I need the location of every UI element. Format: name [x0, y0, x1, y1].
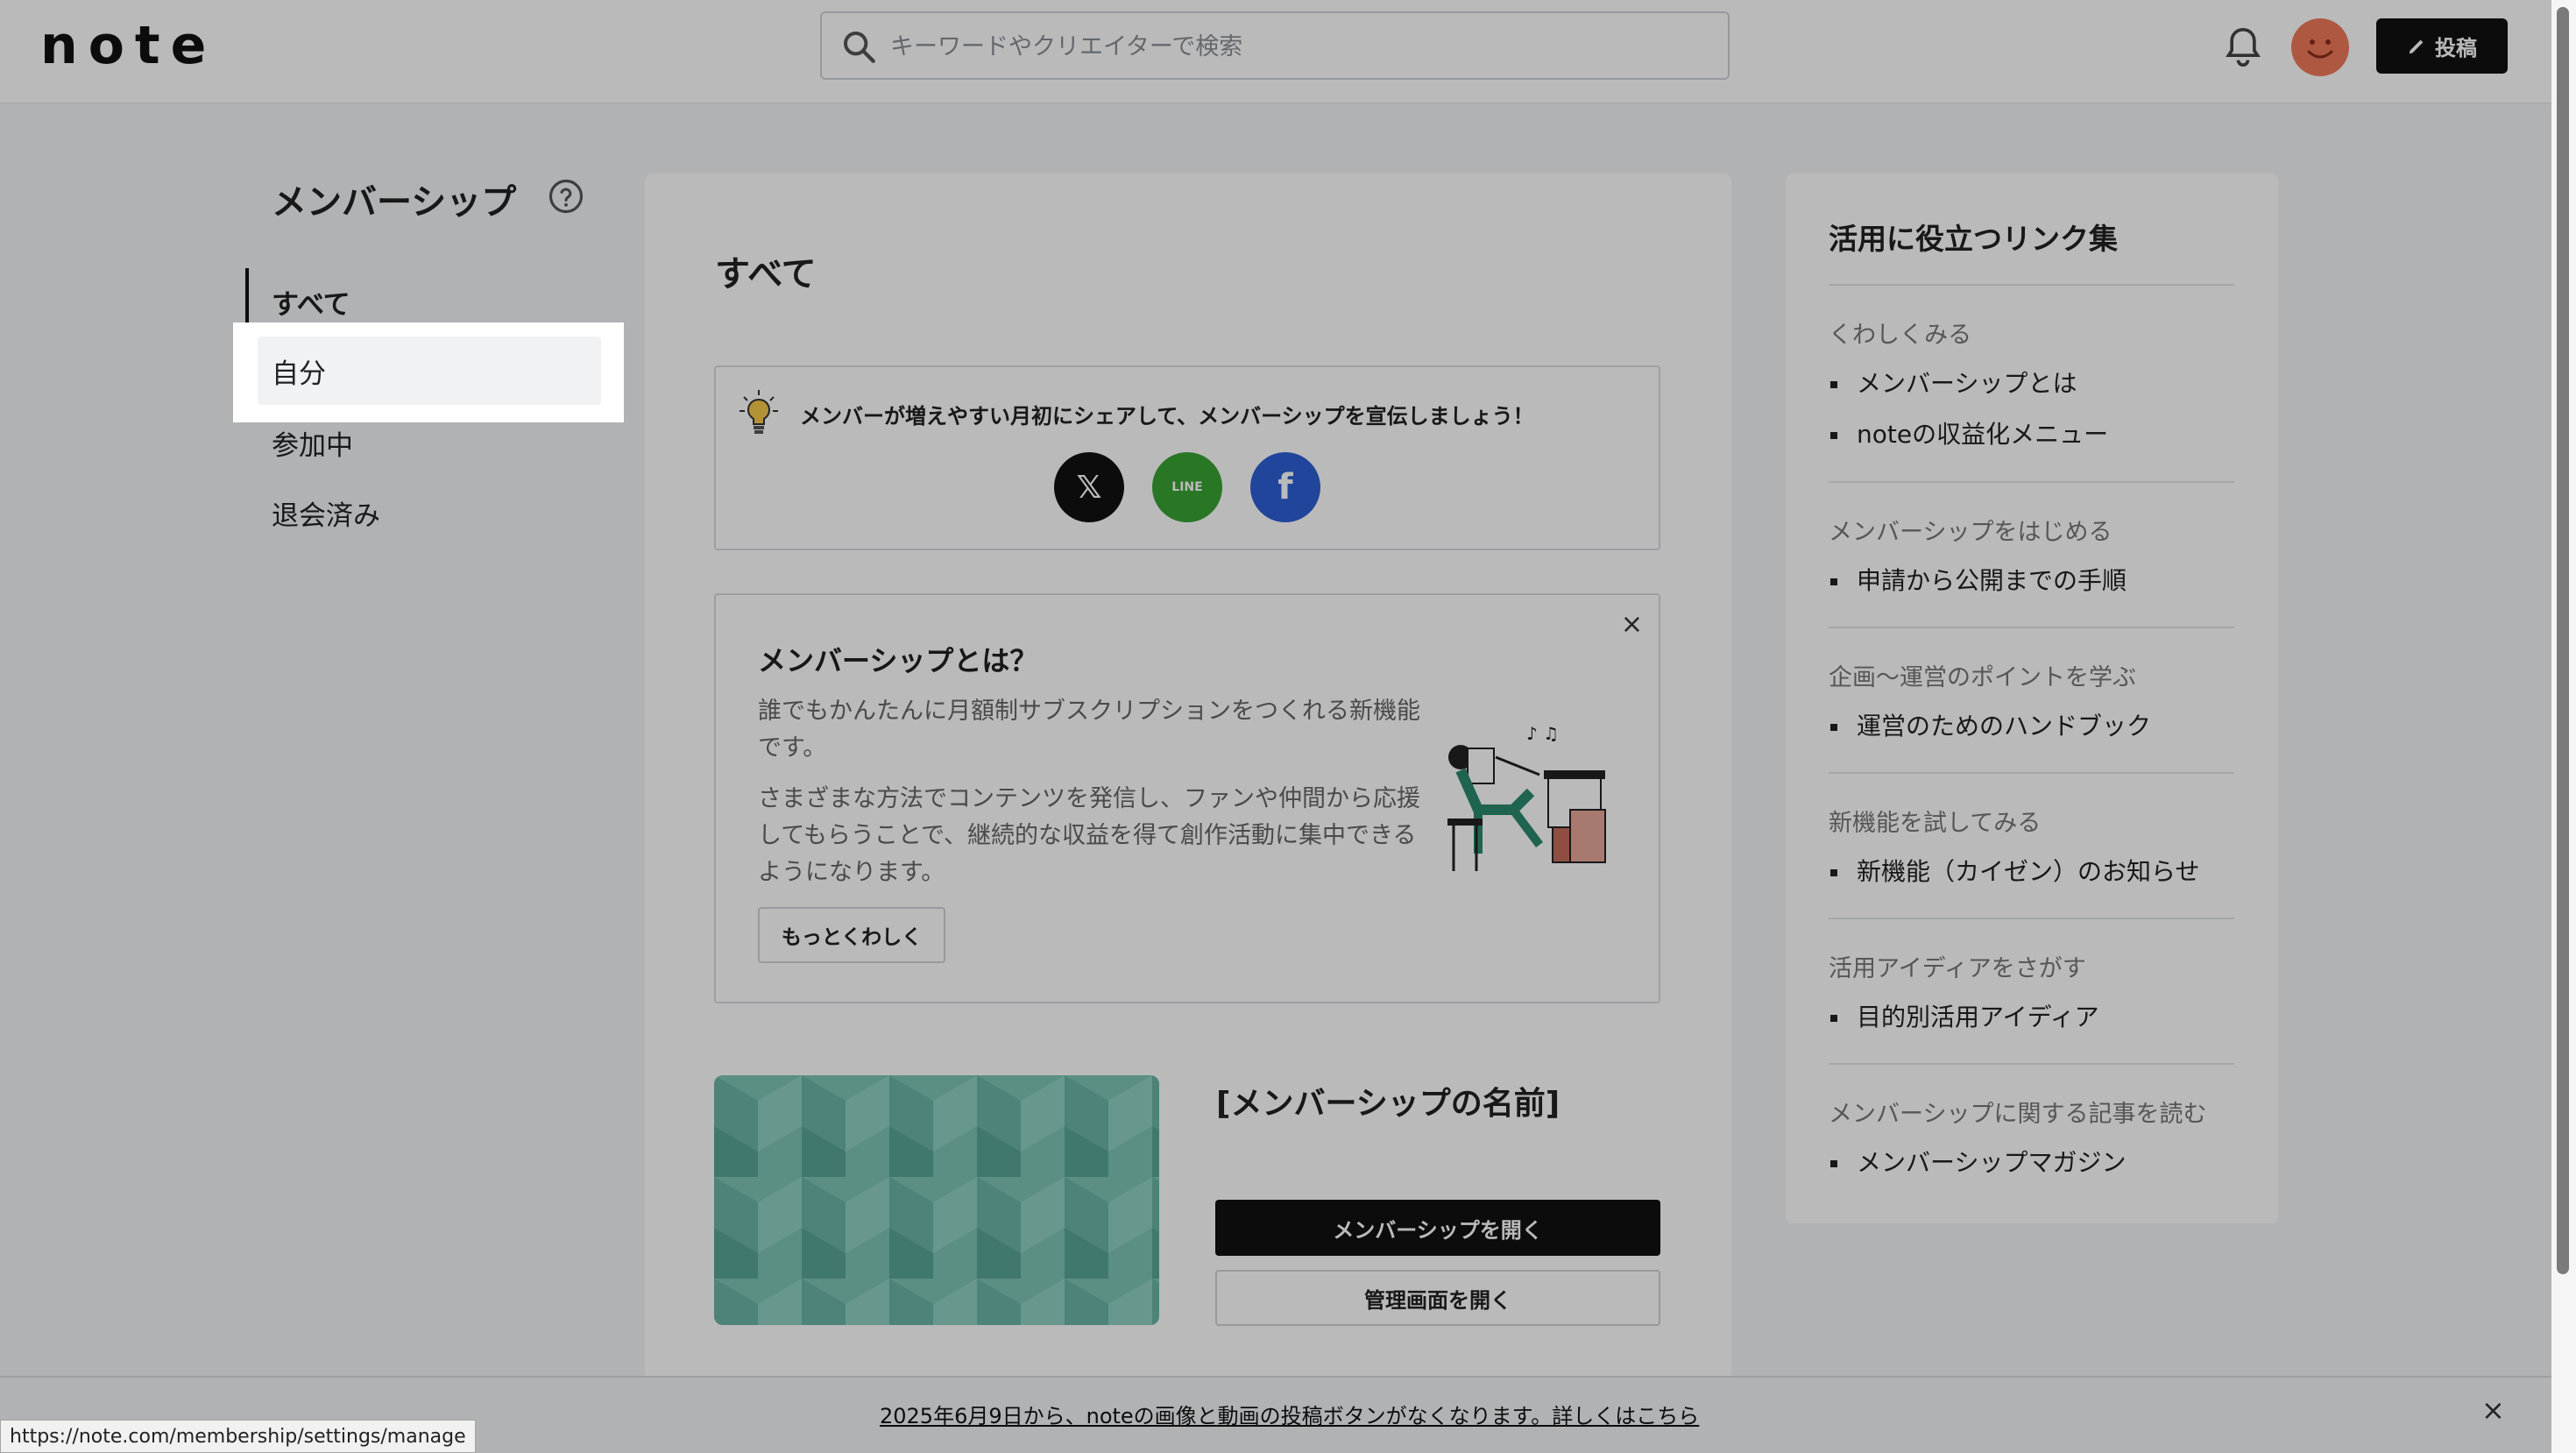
sidebar-link[interactable]: 新機能（カイゼン）のお知らせ — [1829, 847, 2234, 897]
sidebar-link[interactable]: 目的別活用アイディア — [1829, 992, 2234, 1043]
search-icon — [844, 32, 875, 63]
x-logo-icon: 𝕏 — [1076, 469, 1102, 506]
share-x-button[interactable]: 𝕏 — [1054, 452, 1124, 522]
open-management-button[interactable]: 管理画面を開く — [1215, 1270, 1660, 1326]
share-facebook-button[interactable]: f — [1250, 452, 1320, 522]
link-section: 活用アイディアをさがす 目的別活用アイディア — [1829, 918, 2234, 1043]
smile-face-icon — [2307, 39, 2333, 59]
link-section: くわしくみる メンバーシップとは noteの収益化メニュー — [1829, 284, 2234, 460]
page: note 投稿 メンバーシップ すべて 参加中 退会済み すべて メンバーが増え… — [0, 0, 2576, 1453]
note-logo[interactable]: note — [40, 19, 216, 72]
membership-cover-image[interactable] — [714, 1075, 1159, 1325]
nav-item-left[interactable]: 退会済み — [245, 479, 605, 546]
link-category: 活用アイディアをさがす — [1829, 955, 2086, 982]
sidebar-title: 活用に役立つリンク集 — [1829, 222, 2118, 256]
about-membership-card: × メンバーシップとは？ 誰でもかんたんに月額制サブスクリプションをつくれる新機… — [714, 593, 1660, 1003]
search-input[interactable] — [890, 25, 1696, 67]
open-membership-button[interactable]: メンバーシップを開く — [1215, 1200, 1660, 1256]
nav-item-label: 自分 — [272, 358, 326, 390]
main-title: すべて — [715, 254, 817, 294]
learn-more-button[interactable]: もっとくわしく — [758, 907, 945, 963]
facebook-logo-icon: f — [1277, 467, 1293, 507]
link-category: メンバーシップをはじめる — [1829, 519, 2112, 546]
close-icon[interactable]: × — [2481, 1393, 2505, 1427]
sidebar-link[interactable]: 運営のためのハンドブック — [1829, 701, 2234, 752]
lightbulb-icon — [740, 390, 778, 434]
link-category: 新機能を試してみる — [1829, 810, 2042, 837]
link-section: メンバーシップに関する記事を読む メンバーシップマガジン — [1829, 1063, 2234, 1188]
membership-name: [メンバーシップの名前] — [1216, 1086, 1560, 1122]
top-header: note 投稿 — [0, 0, 2576, 103]
post-button[interactable]: 投稿 — [2376, 18, 2508, 74]
svg-text:♪ ♫: ♪ ♫ — [1526, 723, 1559, 744]
about-description-2: さまざまな方法でコンテンツを発信し、ファンや仲間から応援してもらうことで、継続的… — [758, 785, 1420, 886]
link-category: メンバーシップに関する記事を読む — [1829, 1101, 2207, 1128]
pencil-icon — [2409, 39, 2424, 53]
close-icon[interactable]: × — [1621, 609, 1643, 640]
link-section: メンバーシップをはじめる 申請から公開までの手順 — [1829, 481, 2234, 606]
about-title: メンバーシップとは？ — [758, 644, 1038, 677]
link-section: 新機能を試してみる 新機能（カイゼン）のお知らせ — [1829, 772, 2234, 897]
nav-item-label: 参加中 — [272, 429, 353, 462]
nav-item-label: 退会済み — [272, 500, 380, 532]
cover-pattern — [714, 1075, 1159, 1325]
nav-title: メンバーシップ — [272, 182, 517, 223]
sidebar-link[interactable]: メンバーシップとは — [1829, 358, 2234, 409]
nav-item-mine[interactable]: 自分 — [258, 337, 601, 405]
post-button-label: 投稿 — [2435, 36, 2477, 60]
musician-illustration: ♪ ♫ — [1447, 723, 1606, 871]
user-avatar[interactable] — [2291, 18, 2349, 76]
scrollbar-thumb[interactable] — [2557, 7, 2569, 1274]
spotlight-highlight: 自分 — [233, 322, 624, 422]
status-url-tooltip: https://note.com/membership/settings/man… — [0, 1420, 476, 1453]
link-category: くわしくみる — [1829, 322, 1972, 349]
link-section: 企画〜運営のポイントを学ぶ 運営のためのハンドブック — [1829, 627, 2234, 752]
bell-icon[interactable] — [2224, 26, 2262, 68]
share-card: メンバーが増えやすい月初にシェアして、メンバーシップを宣伝しましょう！ 𝕏 LI… — [714, 365, 1660, 550]
share-line-button[interactable]: LINE — [1152, 452, 1222, 522]
notice-banner-link[interactable]: 2025年6月9日から、noteの画像と動画の投稿ボタンがなくなります。詳しくは… — [880, 1399, 1699, 1429]
sidebar-link[interactable]: 申請から公開までの手順 — [1829, 556, 2234, 606]
share-message: メンバーが増えやすい月初にシェアして、メンバーシップを宣伝しましょう！ — [800, 404, 1534, 429]
sidebar-link[interactable]: noteの収益化メニュー — [1829, 409, 2234, 460]
line-logo-icon: LINE — [1171, 480, 1203, 494]
nav-item-label: すべて — [272, 288, 350, 321]
sidebar-link[interactable]: メンバーシップマガジン — [1829, 1138, 2234, 1188]
about-description-1: 誰でもかんたんに月額制サブスクリプションをつくれる新機能です。 — [758, 698, 1420, 762]
help-icon[interactable] — [548, 178, 584, 215]
link-category: 企画〜運営のポイントを学ぶ — [1829, 664, 2136, 691]
search-box[interactable] — [820, 11, 1730, 80]
